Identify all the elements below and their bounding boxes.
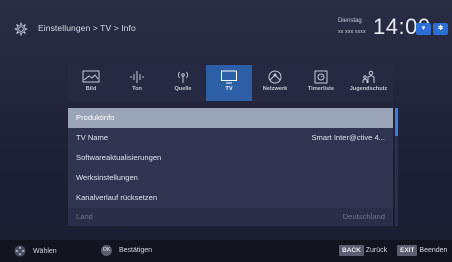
- settings-menu-list: Produktinfo TV Name Smart Inter@ctive 4.…: [68, 108, 393, 226]
- menu-item-land: Land Deutschland: [68, 208, 393, 226]
- parental-icon: [362, 70, 374, 83]
- tab-label: TV: [225, 86, 233, 92]
- footer-hints: Wählen OK Bestätigen BACK Zurück EXIT Be…: [0, 240, 452, 262]
- gear-icon: [14, 22, 28, 36]
- exit-key: EXIT: [397, 245, 418, 256]
- back-label: Zurück: [365, 247, 388, 254]
- select-hint: Wählen: [14, 245, 57, 257]
- category-tabs: Bild Ton Quelle TV Netzwerk Timerliste J…: [68, 65, 393, 101]
- tab-timerliste[interactable]: Timerliste: [298, 65, 344, 101]
- confirm-label: Bestätigen: [118, 247, 153, 255]
- tv-icon: [221, 70, 237, 84]
- back-key: BACK: [339, 245, 364, 256]
- ok-key: OK: [101, 245, 112, 256]
- tab-netzwerk[interactable]: Netzwerk: [252, 65, 298, 101]
- tab-label: Netzwerk: [262, 86, 288, 92]
- tab-ton[interactable]: Ton: [114, 65, 160, 101]
- menu-item-kanalverlauf[interactable]: Kanalverlauf rücksetzen: [68, 188, 393, 208]
- sound-icon: [130, 71, 144, 83]
- tab-bild[interactable]: Bild: [68, 65, 114, 101]
- picture-icon: [82, 70, 100, 83]
- menu-item-label: Softwareaktualisierungen: [76, 153, 162, 162]
- scrollbar-thumb[interactable]: [395, 108, 398, 136]
- dropdown-icon[interactable]: ▾: [416, 23, 431, 35]
- dpad-icon: [14, 245, 26, 257]
- timer-icon: [314, 70, 328, 84]
- tab-label: Bild: [85, 86, 97, 92]
- tab-label: Quelle: [174, 86, 192, 92]
- tab-label: Ton: [132, 86, 142, 92]
- confirm-hint: OK Bestätigen: [101, 245, 152, 256]
- tab-label: Timerliste: [307, 86, 335, 92]
- day-label: Dienstag: [338, 18, 362, 24]
- tab-tv[interactable]: TV: [206, 65, 252, 101]
- tab-quelle[interactable]: Quelle: [160, 65, 206, 101]
- menu-item-tv-name[interactable]: TV Name Smart Inter@ctive 4...: [68, 128, 393, 148]
- source-icon: [178, 71, 188, 83]
- tab-jugendschutz[interactable]: Jugendschutz: [344, 65, 393, 101]
- menu-item-produktinfo[interactable]: Produktinfo: [68, 108, 393, 128]
- menu-item-label: Land: [76, 212, 93, 221]
- menu-item-label: Produktinfo: [76, 113, 115, 122]
- menu-item-label: TV Name: [76, 133, 109, 142]
- menu-item-werksinstellungen[interactable]: Werksinstellungen: [68, 168, 393, 188]
- tab-label: Jugendschutz: [349, 86, 388, 92]
- tv-menu-screen: Einstellungen > TV > Info Dienstag xx xx…: [0, 0, 452, 262]
- menu-item-label: Werksinstellungen: [76, 173, 138, 182]
- menu-item-softwareaktualisierungen[interactable]: Softwareaktualisierungen: [68, 148, 393, 168]
- bluetooth-icon[interactable]: ✱: [433, 23, 448, 35]
- network-icon: [268, 70, 282, 84]
- menu-item-value: Deutschland: [342, 212, 385, 221]
- select-label: Wählen: [32, 247, 57, 255]
- exit-hint: EXIT Beenden: [397, 245, 447, 256]
- menu-item-label: Kanalverlauf rücksetzen: [76, 193, 158, 202]
- breadcrumb: Einstellungen > TV > Info: [38, 23, 136, 33]
- date-label: xx xxx xxxx: [338, 29, 366, 35]
- menu-item-value: Smart Inter@ctive 4...: [311, 133, 385, 142]
- header: Einstellungen > TV > Info Dienstag xx xx…: [0, 14, 452, 44]
- exit-label: Beenden: [419, 247, 448, 254]
- back-hint: BACK Zurück: [339, 245, 387, 256]
